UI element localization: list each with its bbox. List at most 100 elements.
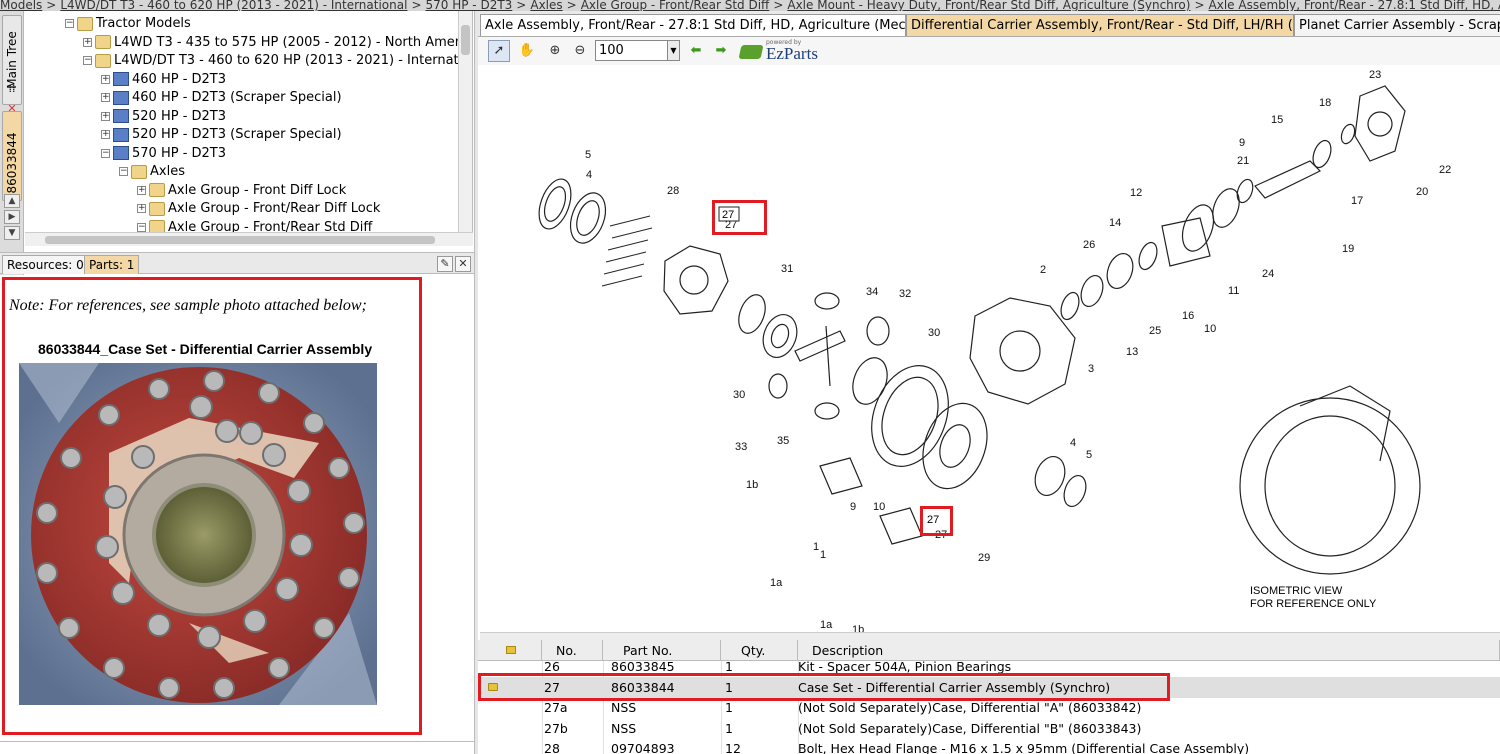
tree-item[interactable]: +460 HP - D2T3 <box>101 71 226 89</box>
tree-item[interactable]: − Axles <box>119 163 185 181</box>
tab-resources[interactable]: Resources: 0 <box>2 255 89 274</box>
back-arrow-icon[interactable]: ⬅ <box>685 40 707 62</box>
callout-number[interactable]: 31 <box>781 263 793 275</box>
callout-number[interactable]: 19 <box>1342 243 1354 255</box>
expand-icon[interactable]: + <box>101 130 110 139</box>
breadcrumb-link[interactable]: L4WD/DT T3 - 460 to 620 HP (2013 - 2021)… <box>60 0 407 11</box>
tree-vertical-scrollbar[interactable] <box>458 11 472 233</box>
exploded-parts-diagram[interactable]: 111a1a1b1b234455678991010111213141516171… <box>480 66 1500 647</box>
callout-number[interactable]: 20 <box>1416 186 1428 198</box>
breadcrumb-link[interactable]: Axle Mount - Heavy Duty, Front/Rear Std … <box>787 0 1190 11</box>
zoom-level-input[interactable] <box>595 40 669 61</box>
callout-number[interactable]: 18 <box>1319 97 1331 109</box>
close-icon[interactable]: ✕ <box>6 103 18 115</box>
callout-number[interactable]: 24 <box>1262 268 1274 280</box>
table-row[interactable]: 27b NSS 1 (Not Sold Separately)Case, Differ… <box>478 718 1500 739</box>
tree-item[interactable]: + Axle Group - Front Diff Lock <box>137 182 346 200</box>
callout-number[interactable]: 1b <box>852 624 864 636</box>
breadcrumb-link[interactable]: Axle Group - Front/Rear Std Diff <box>581 0 770 11</box>
tab-part-86033844[interactable]: 86033844 <box>2 111 22 201</box>
expand-icon[interactable]: + <box>137 185 146 195</box>
callout-number[interactable]: 3 <box>1088 363 1094 375</box>
table-row[interactable]: 28 09704893 12 Bolt, Hex Head Flange - M16 … <box>478 738 1500 754</box>
callout-number[interactable]: 9 <box>1239 137 1245 149</box>
callout-number[interactable]: 17 <box>1351 195 1363 207</box>
tree-item[interactable]: − 570 HP - D2T3 <box>101 145 226 163</box>
tree-horizontal-scrollbar[interactable] <box>25 232 473 246</box>
tab-differential-carrier-assembly[interactable]: Differential Carrier Assembly, Front/Rea… <box>906 14 1294 36</box>
callout-number[interactable]: 30 <box>928 327 940 339</box>
callout-number[interactable]: 11 <box>1228 285 1239 297</box>
forward-arrow-icon[interactable]: ➡ <box>710 40 732 62</box>
breadcrumb-link[interactable]: 570 HP - D2T3 <box>426 0 513 11</box>
callout-number[interactable]: 1 <box>813 541 819 553</box>
callout-number[interactable]: 33 <box>735 441 747 453</box>
callout-number[interactable]: 1a <box>820 619 833 631</box>
breadcrumb-link[interactable]: Axles <box>530 0 562 11</box>
collapse-icon[interactable]: − <box>119 167 128 176</box>
callout-number[interactable]: 1a <box>770 577 783 589</box>
callout-27-highlight[interactable]: 27 <box>712 200 767 235</box>
callout-number[interactable]: 23 <box>1369 69 1381 81</box>
callout-number[interactable]: 9 <box>850 501 856 513</box>
pointer-tool-icon[interactable]: ➚ <box>488 40 510 62</box>
tree-item[interactable]: +460 HP - D2T3 (Scraper Special) <box>101 89 342 107</box>
diagram-scrollbar[interactable] <box>480 632 1500 640</box>
tree-item[interactable]: +520 HP - D2T3 <box>101 108 226 126</box>
breadcrumb-link[interactable]: Axle Assembly, Front/Rear - 27.8:1 Std D… <box>1209 0 1500 11</box>
expand-icon[interactable]: + <box>101 93 110 102</box>
tree-item[interactable]: + Axle Group - Front/Rear Diff Lock <box>137 200 380 218</box>
callout-number[interactable]: 4 <box>586 169 592 181</box>
tab-planet-carrier-assembly[interactable]: Planet Carrier Assembly - Scraper <box>1294 14 1500 36</box>
zoom-dropdown-icon[interactable]: ▼ <box>667 40 680 61</box>
collapse-icon[interactable]: − <box>65 19 74 28</box>
callout-27-highlight-lower[interactable]: 27 <box>920 506 953 536</box>
scroll-down-arrow-icon[interactable]: ▼ <box>4 226 20 240</box>
tree-item[interactable]: − L4WD/DT T3 - 460 to 620 HP (2013 - 2021… <box>83 52 472 70</box>
callout-number[interactable]: 28 <box>667 185 679 197</box>
tree-item[interactable]: + L4WD T3 - 435 to 575 HP (2005 - 2012) -… <box>83 34 472 52</box>
callout-number[interactable]: 10 <box>873 501 885 513</box>
expand-icon[interactable]: + <box>101 111 110 121</box>
close-panel-icon[interactable]: ✕ <box>455 256 471 272</box>
callout-number[interactable]: 5 <box>1086 449 1092 461</box>
callout-number[interactable]: 25 <box>1149 325 1161 337</box>
scroll-up-arrow-icon[interactable]: ▲ <box>4 194 20 208</box>
breadcrumb-link[interactable]: Models <box>0 0 42 11</box>
expand-icon[interactable]: + <box>137 204 146 213</box>
expand-icon[interactable]: + <box>101 74 110 84</box>
callout-number[interactable]: 14 <box>1109 217 1121 229</box>
callout-number[interactable]: 16 <box>1182 310 1194 322</box>
scrollbar-thumb[interactable] <box>45 236 435 244</box>
callout-number[interactable]: 22 <box>1439 164 1451 176</box>
tab-parts[interactable]: Parts: 1 <box>84 255 140 274</box>
zoom-out-icon[interactable]: ⊖ <box>569 40 591 62</box>
collapse-icon[interactable]: − <box>137 222 146 232</box>
expand-icon[interactable]: + <box>83 37 92 47</box>
callout-number[interactable]: 35 <box>777 435 789 447</box>
callout-number[interactable]: 26 <box>1083 239 1095 251</box>
zoom-in-icon[interactable]: ⊕ <box>544 40 566 62</box>
callout-number[interactable]: 15 <box>1271 114 1283 126</box>
callout-number[interactable]: 12 <box>1130 187 1142 199</box>
callout-number[interactable]: 34 <box>866 286 878 298</box>
callout-number[interactable]: 13 <box>1126 346 1138 358</box>
callout-number[interactable]: 1 <box>820 549 826 561</box>
tree-view-icon[interactable]: ⁞⁞ <box>6 83 18 95</box>
pan-hand-icon[interactable]: ✋ <box>516 40 538 62</box>
callout-number[interactable]: 21 <box>1237 155 1249 167</box>
callout-number[interactable]: 29 <box>978 552 990 564</box>
scrollbar-thumb[interactable] <box>461 25 470 55</box>
pin-icon[interactable]: ✎ <box>437 256 453 272</box>
callout-number[interactable]: 1b <box>746 479 758 491</box>
collapse-icon[interactable]: − <box>83 56 92 65</box>
callout-number[interactable]: 32 <box>899 288 911 300</box>
scroll-right-arrow-icon[interactable]: ▶ <box>4 210 20 224</box>
collapse-icon[interactable]: − <box>101 148 110 158</box>
callout-number[interactable]: 4 <box>1070 437 1076 449</box>
tree-item[interactable]: − Tractor Models <box>65 15 191 33</box>
tree-item[interactable]: +520 HP - D2T3 (Scraper Special) <box>101 126 342 144</box>
tab-axle-assembly[interactable]: Axle Assembly, Front/Rear - 27.8:1 Std D… <box>480 14 906 36</box>
callout-number[interactable]: 10 <box>1204 323 1216 335</box>
callout-number[interactable]: 30 <box>733 389 745 401</box>
